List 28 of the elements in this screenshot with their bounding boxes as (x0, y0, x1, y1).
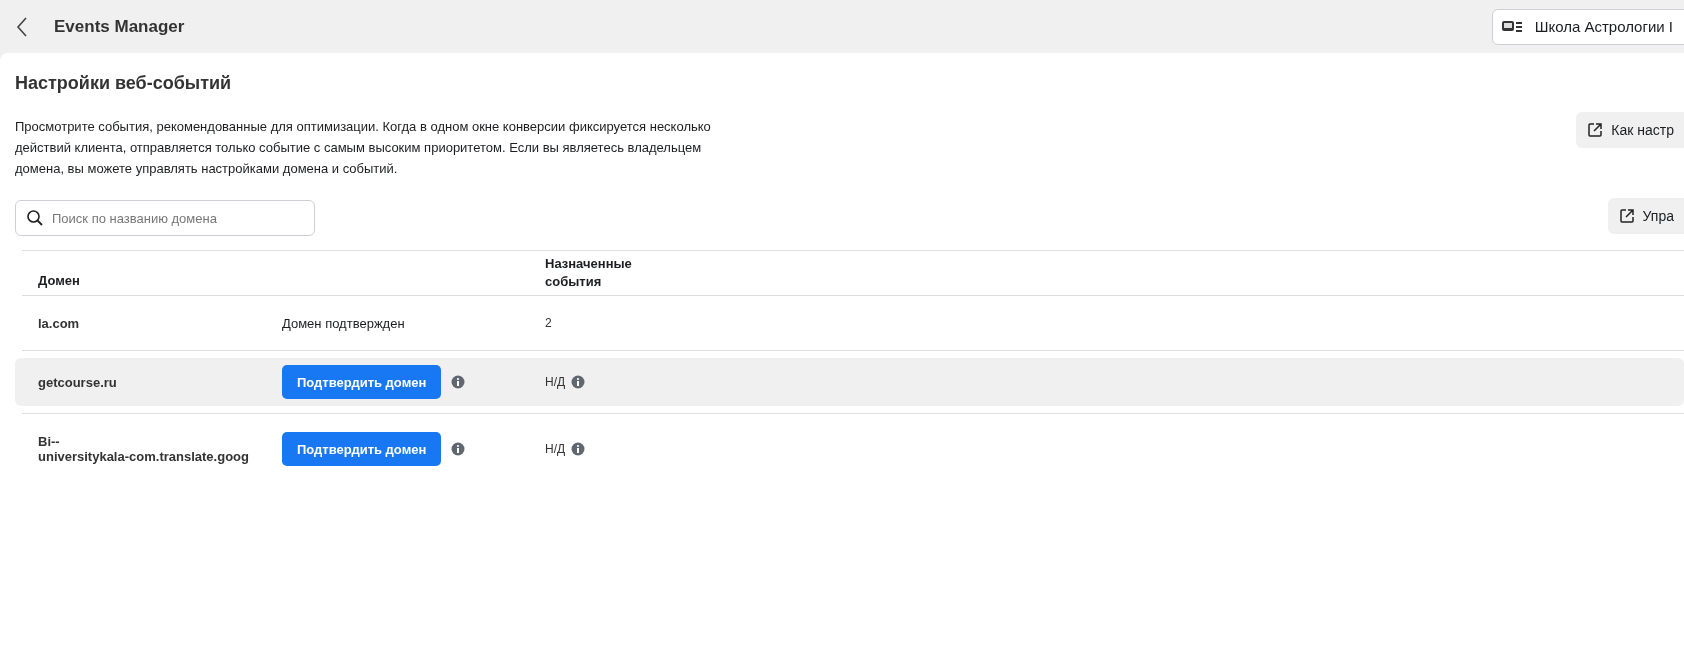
account-selector[interactable]: Школа Астрологии I (1491, 8, 1684, 45)
help-link-button[interactable]: Как настр (1576, 112, 1684, 148)
info-icon[interactable] (451, 375, 466, 389)
external-link-icon (1587, 122, 1604, 138)
selected-row[interactable]: getcourse.ru Подтвердить домен Н/Д (15, 358, 1684, 406)
status-text: Домен подтвержден (282, 315, 405, 331)
manage-link-button[interactable]: Упра (1607, 198, 1684, 234)
info-icon[interactable] (571, 375, 586, 389)
verify-domain-button[interactable]: Подтвердить домен (282, 365, 442, 399)
description: Просмотрите события, рекомендованные для оптимизации. Когда в одном окне конверсии фиксируется несколько действий клиента, отправляется только событие с самым высоким приоритетом. Если вы являетесь владельцем домена, вы можете управлять настройками домена и событий. (15, 118, 712, 178)
search-field[interactable]: Поиск по названию домена (15, 200, 315, 236)
column-header: Домен (38, 272, 81, 288)
info-icon[interactable] (451, 442, 466, 456)
column-header: Назначенные события (545, 255, 633, 291)
page-title: Настройки веб-событий (15, 73, 233, 94)
domain-name: universitykala-com.translate.goog (38, 449, 250, 464)
back-icon[interactable] (16, 16, 28, 37)
info-icon[interactable] (571, 442, 586, 456)
external-link-icon (1618, 208, 1635, 224)
events-count: 2 (545, 315, 552, 332)
domain-name: Bi-- (38, 434, 61, 449)
events-count: Н/Д (545, 441, 566, 458)
domain-name: la.com (38, 315, 81, 331)
app-title: Events Manager (54, 16, 185, 37)
events-count: Н/Д (545, 374, 566, 391)
verify-domain-button[interactable]: Подтвердить домен (282, 432, 442, 466)
account-icon (1500, 18, 1523, 35)
domain-name: getcourse.ru (38, 374, 118, 390)
